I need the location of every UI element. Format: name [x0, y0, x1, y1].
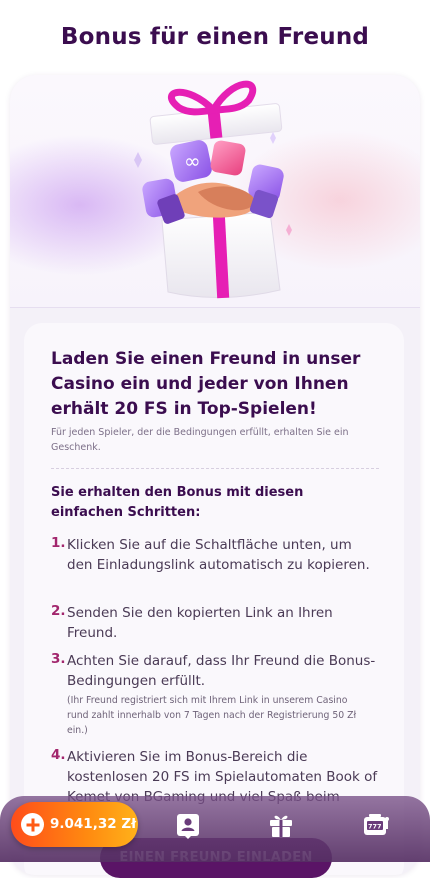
svg-text:∞: ∞: [184, 149, 201, 173]
balance-value: 9.041,32 Zł: [50, 816, 137, 832]
steps-heading: Sie erhalten den Bonus mit diesen einfac…: [51, 485, 304, 520]
bonus-card: ∞ Laden Sie einen Freund in unser Casino…: [10, 75, 420, 875]
add-funds-icon[interactable]: [21, 813, 44, 836]
dashed-divider: [51, 468, 379, 469]
page-title: Bonus für einen Freund: [60, 24, 370, 50]
step-note: (Ihr Freund registriert sich mit Ihrem L…: [67, 695, 357, 736]
step-number: 2.: [51, 603, 66, 619]
bottom-nav: 9.041,32 Zł 777: [0, 796, 430, 862]
gift-icon[interactable]: [266, 810, 296, 840]
bonus-subtext: Für jeden Spieler, der die Bedingungen e…: [51, 427, 349, 453]
hero-banner: ∞: [10, 75, 420, 307]
step-text: Achten Sie darauf, dass Ihr Freund die B…: [67, 653, 376, 689]
step-number: 3.: [51, 651, 66, 667]
step-text: Senden Sie den kopierten Link an Ihren F…: [67, 605, 333, 641]
svg-text:777: 777: [368, 823, 382, 831]
bonus-headline: Laden Sie einen Freund in unser Casino e…: [51, 349, 361, 419]
step-number: 1.: [51, 535, 66, 551]
balance-button[interactable]: 9.041,32 Zł: [11, 802, 138, 847]
step-text: Klicken Sie auf die Schaltfläche unten, …: [67, 537, 370, 573]
info-panel: Laden Sie einen Freund in unser Casino e…: [24, 323, 404, 875]
gift-handshake-illustration: ∞: [134, 80, 292, 299]
hero-divider: [10, 307, 420, 308]
slot-machine-icon[interactable]: 777: [361, 810, 391, 840]
step-number: 4.: [51, 747, 66, 763]
profile-card-icon[interactable]: [173, 810, 203, 840]
